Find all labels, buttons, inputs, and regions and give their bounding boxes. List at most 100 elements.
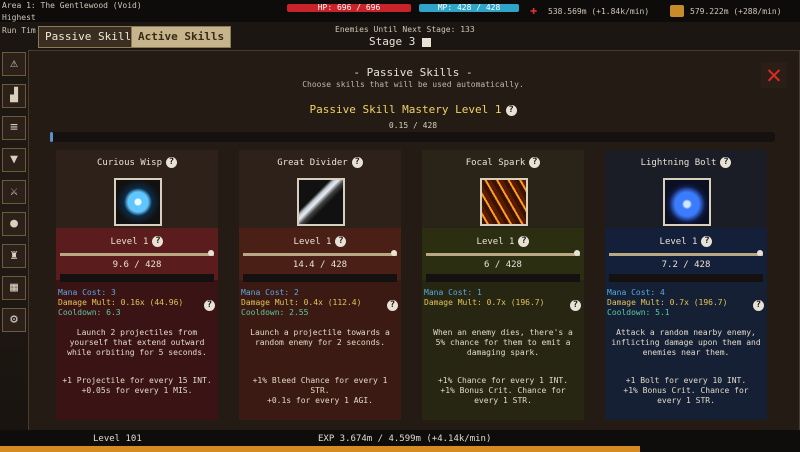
skill-bonus: +1% Bleed Chance for every 1 STR. xyxy=(252,376,388,395)
skill-xp-track xyxy=(426,274,580,282)
skill-bonus: +1% Chance for every 1 INT. xyxy=(437,376,569,385)
skill-xp-track xyxy=(243,274,397,282)
damage-mult: Damage Mult: 0.4x (112.4) xyxy=(241,298,362,307)
skill-stats: Mana Cost: 2 Damage Mult: 0.4x (112.4) C… xyxy=(241,288,361,318)
run-time: Run Tim xyxy=(2,26,36,35)
mana-cost: Mana Cost: 4 xyxy=(607,288,665,297)
gold-icon: ✚ xyxy=(530,3,538,17)
cooldown: Cooldown: 6.3 xyxy=(58,308,121,317)
slider-knob[interactable] xyxy=(574,250,580,256)
stage-icon[interactable] xyxy=(421,37,431,47)
wisp-icon[interactable] xyxy=(114,178,162,226)
cooldown: Cooldown: 5.1 xyxy=(607,308,670,317)
skill-xp-track xyxy=(609,274,763,282)
skill-level-text: Level 1 xyxy=(659,237,698,247)
help-icon[interactable]: ? xyxy=(518,236,530,247)
help-icon[interactable]: ? xyxy=(701,236,713,247)
help-icon[interactable]: ? xyxy=(335,236,347,247)
skill-level-text: Level 1 xyxy=(476,237,515,247)
help-icon[interactable]: ? xyxy=(753,300,764,311)
tab-passive-skills[interactable]: Passive Skills xyxy=(38,26,145,48)
skill-description: Attack a random nearby enemy, inflicting… xyxy=(611,328,761,357)
skill-bonuses: +1 Bolt for every 10 INT. +1% Bonus Crit… xyxy=(609,376,763,406)
help-icon[interactable]: ? xyxy=(570,300,581,311)
player-level: Level 101 xyxy=(93,434,142,444)
skill-xp: 14.4 / 428 xyxy=(292,260,348,270)
lightning-icon[interactable] xyxy=(663,178,711,226)
skill-description: Launch 2 projectiles from yourself that … xyxy=(67,328,207,357)
help-icon[interactable]: ? xyxy=(152,236,164,247)
skill-name: Great Divider xyxy=(277,158,348,168)
damage-mult: Damage Mult: 0.7x (196.7) xyxy=(424,298,545,307)
help-icon[interactable]: ? xyxy=(720,157,732,168)
scroll-icon[interactable]: ≡ xyxy=(2,116,26,140)
stage-display: Stage 3 xyxy=(360,35,440,48)
skill-card[interactable]: Curious Wisp? Level 1? 9.6 / 428 Mana Co… xyxy=(56,150,218,420)
skill-bonus: +0.05s for every 1 MIS. xyxy=(81,386,193,395)
help-icon[interactable]: ? xyxy=(505,104,517,116)
boot-icon[interactable]: ▟ xyxy=(2,84,26,108)
skill-name: Focal Spark xyxy=(465,158,526,168)
skill-card-header: Curious Wisp? xyxy=(56,150,218,176)
map-icon[interactable]: ▦ xyxy=(2,276,26,300)
skill-bonuses: +1% Chance for every 1 INT. +1% Bonus Cr… xyxy=(426,376,580,406)
help-icon[interactable]: ? xyxy=(351,157,363,168)
area-name: Area 1: The Gentlewood (Void) xyxy=(2,1,142,10)
skill-card[interactable]: Focal Spark? Level 1? 6 / 428 Mana Cost:… xyxy=(422,150,584,420)
enemies-counter: Enemies Until Next Stage: 133 xyxy=(335,25,475,34)
blade-icon[interactable] xyxy=(297,178,345,226)
skill-level-text: Level 1 xyxy=(293,237,332,247)
orb-icon[interactable]: ● xyxy=(2,212,26,236)
gold-amount: 538.569m (+1.84k/min) xyxy=(548,7,650,16)
cooldown: Cooldown: 2.55 xyxy=(241,308,309,317)
mastery-progress-fill xyxy=(50,132,53,142)
skill-xp: 7.2 / 428 xyxy=(661,260,711,270)
slider-knob[interactable] xyxy=(391,250,397,256)
spark-icon[interactable] xyxy=(480,178,528,226)
help-icon[interactable]: ? xyxy=(166,157,178,168)
skill-xp: 6 / 428 xyxy=(484,260,522,270)
skill-bonuses: +1% Bleed Chance for every 1 STR. +0.1s … xyxy=(243,376,397,406)
stage-text: Stage 3 xyxy=(369,35,416,48)
tab-active-skills[interactable]: Active Skills xyxy=(131,26,232,48)
skill-card-header: Great Divider? xyxy=(239,150,401,176)
slider-knob[interactable] xyxy=(208,250,214,256)
skill-bonus: +0.1s for every 1 AGI. xyxy=(267,396,373,405)
panel-subtitle: Choose skills that will be used automati… xyxy=(302,80,524,89)
skill-stats: Mana Cost: 1 Damage Mult: 0.7x (196.7) xyxy=(424,288,544,308)
wood-amount: 579.222m (+288/min) xyxy=(690,7,782,16)
close-button[interactable]: ✕ xyxy=(761,62,787,88)
warning-icon[interactable]: ⚠ xyxy=(2,52,26,76)
skill-level-slider[interactable] xyxy=(60,253,214,256)
skill-xp: 9.6 / 428 xyxy=(112,260,162,270)
slider-knob[interactable] xyxy=(757,250,763,256)
skill-card[interactable]: Lightning Bolt? Level 1? 7.2 / 428 Mana … xyxy=(605,150,767,420)
help-icon[interactable]: ? xyxy=(204,300,215,311)
mastery-progress-track xyxy=(50,132,775,142)
skill-level: Level 1? xyxy=(239,236,401,247)
skill-bonus: +1 Projectile for every 15 INT. xyxy=(62,376,212,385)
gear-icon[interactable]: ⚙ xyxy=(2,308,26,332)
bottom-exp-fill xyxy=(0,446,640,452)
swords-icon[interactable]: ⚔ xyxy=(2,180,26,204)
skill-card[interactable]: Great Divider? Level 1? 14.4 / 428 Mana … xyxy=(239,150,401,420)
help-icon[interactable]: ? xyxy=(529,157,541,168)
hp-text: HP: 696 / 696 xyxy=(317,3,381,12)
skill-xp-track xyxy=(60,274,214,282)
highest-stat: Highest xyxy=(2,13,36,22)
skill-card-header: Focal Spark? xyxy=(422,150,584,176)
skill-level-slider[interactable] xyxy=(609,253,763,256)
help-icon[interactable]: ? xyxy=(387,300,398,311)
skill-description: Launch a projectile towards a random ene… xyxy=(250,328,390,347)
mastery-title: Passive Skill Mastery Level 1? xyxy=(28,103,798,116)
skill-level-slider[interactable] xyxy=(426,253,580,256)
skill-level: Level 1? xyxy=(56,236,218,247)
skill-bonuses: +1 Projectile for every 15 INT. +0.05s f… xyxy=(60,376,214,396)
helmet-icon[interactable]: ▼ xyxy=(2,148,26,172)
mastery-title-text: Passive Skill Mastery Level 1 xyxy=(309,103,502,116)
trophy-icon[interactable]: ♜ xyxy=(2,244,26,268)
player-exp: EXP 3.674m / 4.599m (+4.14k/min) xyxy=(318,434,492,444)
skill-stats: Mana Cost: 4 Damage Mult: 0.7x (196.7) C… xyxy=(607,288,727,318)
skill-level-slider[interactable] xyxy=(243,253,397,256)
panel-title: - Passive Skills - xyxy=(353,66,473,79)
